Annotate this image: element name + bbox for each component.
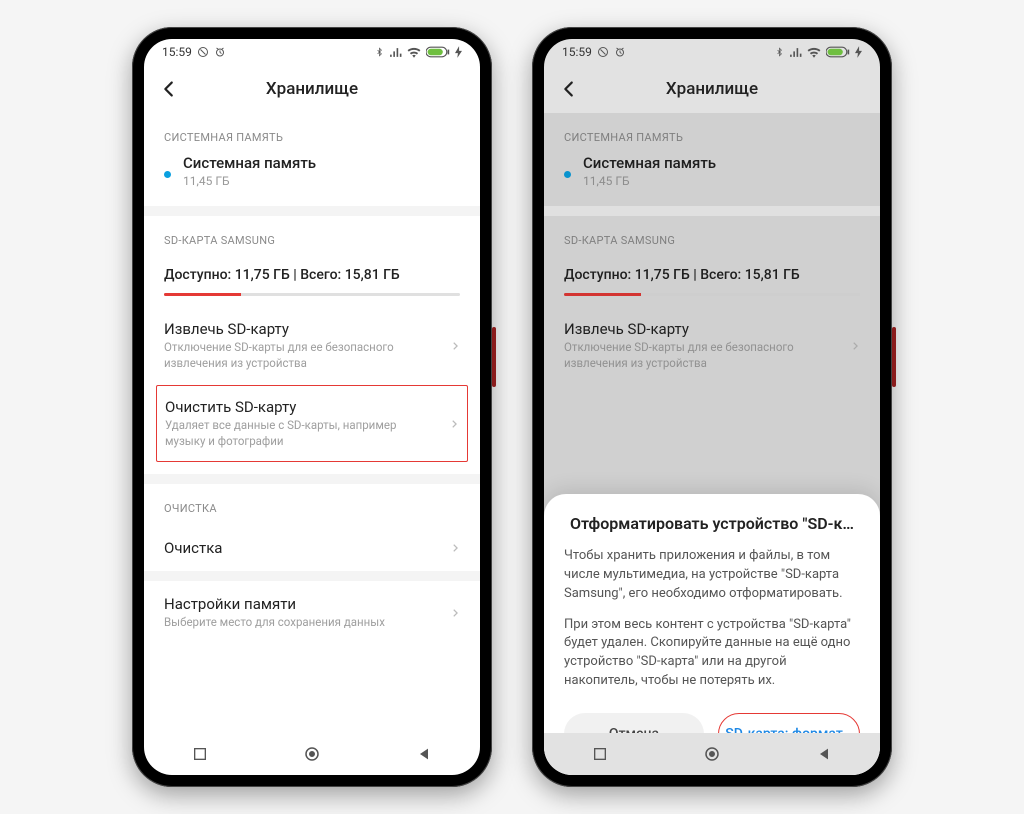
dialog-p1: Чтобы хранить приложения и файлы, в том … [564, 547, 860, 604]
back-icon[interactable] [158, 78, 180, 100]
alarm-icon [214, 46, 226, 58]
system-memory-size: 11,45 ГБ [583, 174, 852, 188]
signal-icon [789, 47, 802, 58]
clock-text: 15:59 [162, 45, 192, 59]
section-system-label: СИСТЕМНАЯ ПАМЯТЬ [144, 113, 480, 154]
chevron-right-icon [450, 540, 460, 556]
storage-bar-fill [164, 293, 241, 296]
status-left: 15:59 [162, 45, 226, 59]
eject-title: Извлечь SD-карту [564, 320, 842, 338]
bluetooth-icon [775, 46, 784, 58]
cleanup-item[interactable]: Очистка [144, 525, 480, 571]
system-memory-title: Системная память [583, 154, 852, 172]
battery-icon [826, 46, 850, 58]
bluetooth-icon [375, 46, 384, 58]
system-memory-size: 11,45 ГБ [183, 174, 452, 188]
divider [544, 206, 880, 216]
nav-bar [544, 733, 880, 775]
blue-dot-icon [164, 171, 171, 178]
status-right [375, 46, 462, 58]
section-sd-label: SD-КАРТА SAMSUNG [544, 216, 880, 257]
system-memory-title: Системная память [183, 154, 452, 172]
blue-dot-icon [564, 171, 571, 178]
content: СИСТЕМНАЯ ПАМЯТЬ Системная память 11,45 … [144, 113, 480, 733]
eject-title: Извлечь SD-карту [164, 320, 442, 338]
header: Хранилище [544, 65, 880, 113]
divider [144, 571, 480, 581]
bolt-icon [455, 46, 462, 58]
section-sd-label: SD-КАРТА SAMSUNG [144, 216, 480, 257]
storage-bar [164, 293, 460, 296]
storage-bar [564, 293, 860, 296]
chevron-right-icon [450, 605, 460, 621]
cleanup-title: Очистка [164, 539, 442, 557]
phone-left: 15:59 Хранилище СИСТЕМНАЯ ПАМЯТЬ Системн [132, 27, 492, 787]
eject-sd-item[interactable]: Извлечь SD-карту Отключение SD-карты для… [144, 306, 480, 385]
header: Хранилище [144, 65, 480, 113]
eject-sub: Отключение SD-карты для ее безопасного и… [564, 340, 842, 371]
chevron-right-icon [850, 338, 860, 354]
clear-sd-item[interactable]: Очистить SD-карту Удаляет все данные с S… [156, 385, 468, 462]
nav-recent-icon[interactable] [592, 746, 608, 762]
page-title: Хранилище [544, 79, 880, 99]
screen-left: 15:59 Хранилище СИСТЕМНАЯ ПАМЯТЬ Системн [144, 39, 480, 775]
nav-home-icon[interactable] [303, 745, 321, 763]
dnd-icon [597, 46, 609, 58]
eject-sd-item[interactable]: Извлечь SD-карту Отключение SD-карты для… [544, 306, 880, 385]
clear-title: Очистить SD-карту [165, 398, 441, 416]
storage-summary: Доступно: 11,75 ГБ | Всего: 15,81 ГБ [544, 257, 880, 289]
nav-back-icon[interactable] [816, 746, 832, 762]
wifi-icon [807, 47, 821, 58]
page-title: Хранилище [144, 79, 480, 99]
divider [144, 206, 480, 216]
section-system-label: СИСТЕМНАЯ ПАМЯТЬ [544, 113, 880, 154]
status-right [775, 46, 862, 58]
section-cleanup-label: ОЧИСТКА [144, 484, 480, 525]
wifi-icon [407, 47, 421, 58]
screen-right: 15:59 Хранилище СИСТЕМНАЯ ПАМЯТЬ Системн [544, 39, 880, 775]
clear-sub: Удаляет все данные с SD-карты, например … [165, 418, 415, 449]
dialog-p2: При этом весь контент с устройства "SD-к… [564, 616, 860, 691]
clock-text: 15:59 [562, 45, 592, 59]
system-memory-item[interactable]: Системная память 11,45 ГБ [544, 154, 880, 206]
memsettings-sub: Выберите место для сохранения данных [164, 615, 442, 631]
memsettings-title: Настройки памяти [164, 595, 442, 613]
phone-right: 15:59 Хранилище СИСТЕМНАЯ ПАМЯТЬ Системн [532, 27, 892, 787]
nav-bar [144, 733, 480, 775]
nav-home-icon[interactable] [703, 745, 721, 763]
eject-sub: Отключение SD-карты для ее безопасного и… [164, 340, 442, 371]
dialog-title: Отформатировать устройство "SD-к… [564, 514, 860, 533]
dnd-icon [197, 46, 209, 58]
status-left: 15:59 [562, 45, 626, 59]
nav-back-icon[interactable] [416, 746, 432, 762]
battery-icon [426, 46, 450, 58]
nav-recent-icon[interactable] [192, 746, 208, 762]
signal-icon [389, 47, 402, 58]
status-bar: 15:59 [144, 39, 480, 65]
alarm-icon [614, 46, 626, 58]
back-icon[interactable] [558, 78, 580, 100]
divider [144, 474, 480, 484]
mem-settings-item[interactable]: Настройки памяти Выберите место для сохр… [144, 581, 480, 645]
storage-summary: Доступно: 11,75 ГБ | Всего: 15,81 ГБ [144, 257, 480, 289]
bolt-icon [855, 46, 862, 58]
system-memory-item[interactable]: Системная память 11,45 ГБ [144, 154, 480, 206]
chevron-right-icon [449, 416, 459, 432]
storage-bar-fill [564, 293, 641, 296]
dialog-body: Чтобы хранить приложения и файлы, в том … [564, 547, 860, 691]
chevron-right-icon [450, 338, 460, 354]
status-bar: 15:59 [544, 39, 880, 65]
